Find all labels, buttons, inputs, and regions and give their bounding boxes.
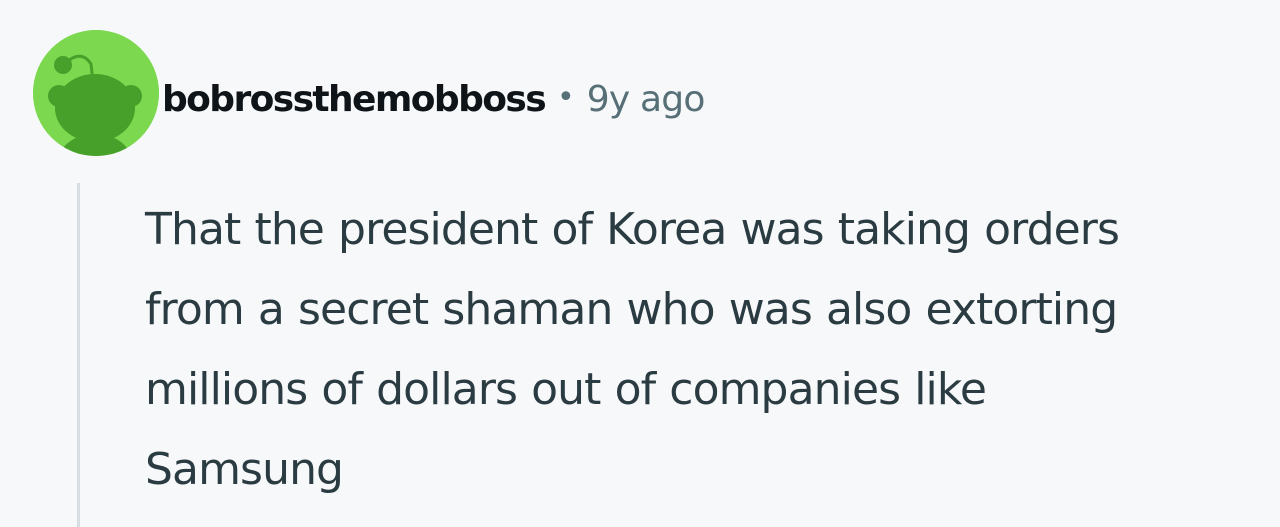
thread-line[interactable] [77,183,80,527]
comment-header: bobrossthemobboss • 9y ago [162,74,705,124]
comment: bobrossthemobboss • 9y ago That the pres… [0,0,1280,527]
user-avatar[interactable] [33,30,159,156]
reddit-snoo-avatar-icon [33,30,159,156]
comment-body-line: from a secret shaman who was also extort… [145,284,1118,335]
comment-body-line: Samsung [145,444,344,495]
comment-body-line: millions of dollars out of companies lik… [145,364,987,415]
username-link[interactable]: bobrossthemobboss [162,79,547,120]
timestamp[interactable]: 9y ago [587,79,706,120]
separator-dot: • [557,79,575,115]
comment-body: That the president of Korea was taking o… [145,190,1273,510]
comment-body-line: That the president of Korea was taking o… [145,204,1120,255]
